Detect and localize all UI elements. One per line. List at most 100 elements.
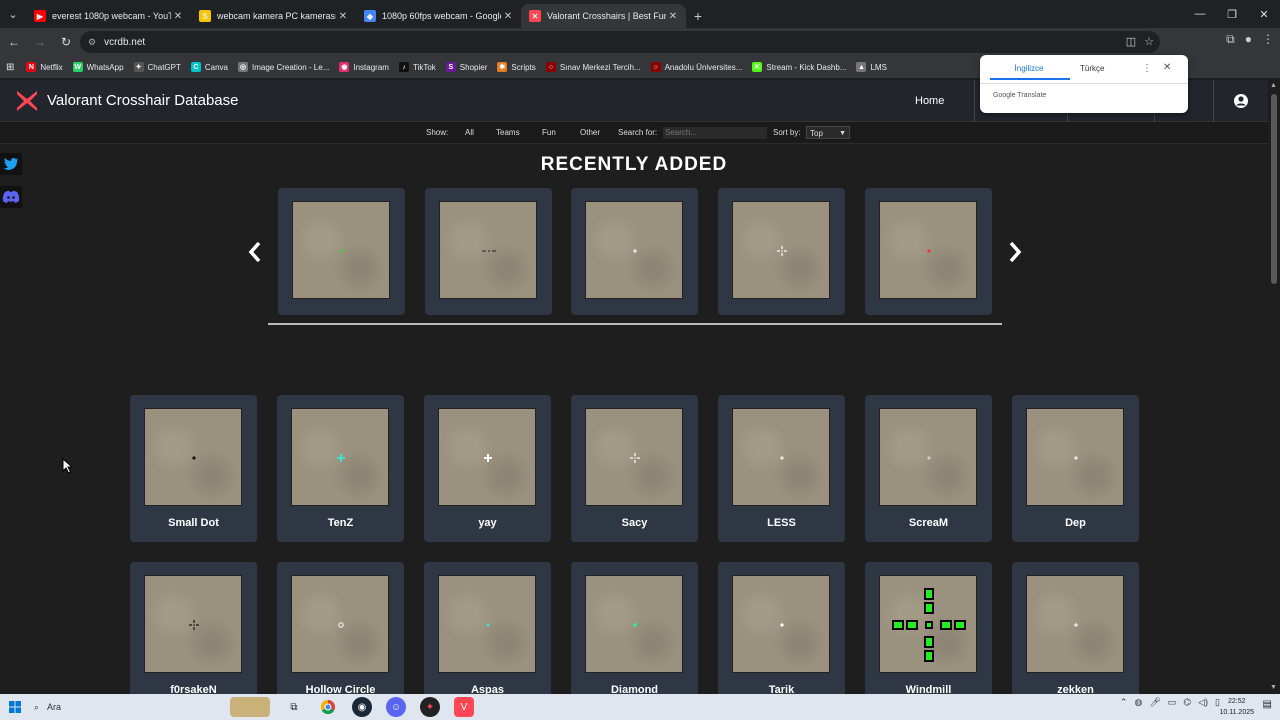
tray-display-icon[interactable]: ▭ [1168, 697, 1177, 708]
restore-icon[interactable]: ❐ [1216, 0, 1248, 28]
bookmark-item[interactable]: ✱ Scripts [497, 62, 536, 72]
bookmark-item[interactable]: ◉ Instagram [339, 62, 389, 72]
site-info-icon[interactable]: ⚙ [88, 37, 96, 48]
discord-icon[interactable] [0, 186, 22, 208]
recent-crosshair-card[interactable] [571, 188, 698, 315]
translate-icon[interactable]: ◫ [1126, 35, 1136, 48]
bookmark-star-icon[interactable]: ☆ [1144, 35, 1154, 48]
tray-app-icon[interactable]: ◍ [1134, 697, 1142, 708]
carousel-prev-icon[interactable] [245, 237, 265, 267]
bookmark-favicon-icon: ♪ [398, 62, 409, 72]
notification-icon[interactable]: ▤ [1263, 699, 1272, 710]
tab-close-icon[interactable]: ✕ [666, 11, 680, 22]
valorant-taskbar-icon[interactable]: V [454, 697, 474, 717]
taskbar-search[interactable]: ⌕ Ara [34, 702, 224, 713]
bookmark-item[interactable]: ○ Anadolu Üniversites... [650, 62, 742, 72]
crosshair-card[interactable]: Sacy [571, 395, 698, 542]
windows-start-icon[interactable] [0, 701, 30, 713]
scroll-thumb[interactable] [1271, 94, 1277, 284]
riot-client-icon[interactable]: ✦ [420, 697, 440, 717]
filter-other-link[interactable]: Other [580, 128, 600, 137]
nav-home-link[interactable]: Home [915, 80, 944, 122]
crosshair-card[interactable]: LESS [718, 395, 845, 542]
crosshair-card[interactable]: Diamond [571, 562, 698, 709]
bookmark-item[interactable]: ▲ LMS [856, 62, 887, 72]
bookmark-item[interactable]: ◎ Image Creation - Le... [238, 62, 329, 72]
crosshair-card[interactable]: Tarik [718, 562, 845, 709]
search-highlight-image-icon[interactable] [230, 697, 270, 717]
translate-tab-turkish[interactable]: Türkçe [1080, 64, 1104, 73]
translate-more-icon[interactable]: ⋮ [1142, 63, 1152, 74]
recent-crosshair-card[interactable] [278, 188, 405, 315]
chrome-icon[interactable] [318, 697, 338, 717]
tray-chevron-up-icon[interactable]: ⌃ [1120, 697, 1128, 708]
crosshair-card[interactable]: Dep [1012, 395, 1139, 542]
crosshair-card[interactable]: TenZ [277, 395, 404, 542]
url-input[interactable]: ⚙ vcrdb.net ◫ ☆ [80, 31, 1160, 53]
search-input[interactable]: Search... [663, 127, 767, 139]
crosshair-card[interactable]: f0rsakeN [130, 562, 257, 709]
browser-tab[interactable]: ✕Valorant Crosshairs | Best Fun a...✕ [521, 4, 686, 28]
filter-fun-link[interactable]: Fun [542, 128, 556, 137]
bookmark-item[interactable]: ✦ ChatGPT [133, 62, 181, 72]
recent-crosshair-card[interactable] [718, 188, 845, 315]
site-title[interactable]: Valorant Crosshair Database [47, 92, 238, 109]
browser-tab[interactable]: Swebcam kamera PC kamerası s...✕ [191, 4, 356, 28]
browser-tab[interactable]: ▶ everest 1080p webcam - YouTube✕ [26, 4, 191, 28]
scroll-up-icon[interactable]: ▲ [1270, 82, 1277, 89]
discord-taskbar-icon[interactable]: ☺ [386, 697, 406, 717]
forward-icon[interactable]: → [28, 30, 52, 54]
browser-menu-icon[interactable]: ⋮ [1262, 32, 1274, 47]
scroll-down-icon[interactable]: ▼ [1270, 684, 1277, 691]
filter-teams-link[interactable]: Teams [496, 128, 520, 137]
bookmark-favicon-icon: ○ [545, 62, 556, 72]
crosshair-name: LESS [767, 517, 796, 529]
page-scrollbar[interactable]: ▲ ▼ [1268, 80, 1280, 694]
bookmark-favicon-icon: ✦ [133, 62, 144, 72]
translate-close-icon[interactable]: ✕ [1163, 62, 1171, 73]
crosshair-card[interactable]: Small Dot [130, 395, 257, 542]
apps-grid-icon[interactable]: ⊞ [6, 62, 14, 73]
crosshair-card[interactable]: zekken [1012, 562, 1139, 709]
tab-close-icon[interactable]: ✕ [171, 11, 185, 22]
bookmark-item[interactable]: S Shopier [445, 62, 487, 72]
tab-search-chevron-icon[interactable]: ⌄ [0, 1, 26, 27]
taskbar-clock[interactable]: 22:52 10.11.2025 [1219, 696, 1254, 718]
volume-icon[interactable]: ◁) [1198, 697, 1208, 708]
user-account-icon[interactable] [1232, 92, 1250, 110]
bookmark-item[interactable]: C Canva [190, 62, 228, 72]
new-tab-button[interactable]: + [686, 4, 710, 28]
recent-crosshair-card[interactable] [865, 188, 992, 315]
bookmark-item[interactable]: W WhatsApp [72, 62, 124, 72]
tab-title: everest 1080p webcam - YouTube [52, 11, 171, 21]
recent-crosshair-card[interactable] [425, 188, 552, 315]
crosshair-card[interactable]: Windmill [865, 562, 992, 709]
bookmark-item[interactable]: ○ Sınav Merkezi Tercih... [545, 62, 641, 72]
tab-close-icon[interactable]: ✕ [336, 11, 350, 22]
minimize-icon[interactable]: — [1184, 0, 1216, 28]
steam-icon[interactable]: ◉ [352, 697, 372, 717]
bookmark-item[interactable]: ♪ TikTok [398, 62, 436, 72]
microphone-icon[interactable]: 🎤︎ [1149, 697, 1160, 708]
bookmark-item[interactable]: N Netflix [26, 62, 63, 72]
filter-all-link[interactable]: All [465, 128, 474, 137]
tab-close-icon[interactable]: ✕ [501, 11, 515, 22]
crosshair-card[interactable]: ScreaM [865, 395, 992, 542]
bookmark-label: Canva [204, 62, 228, 72]
carousel-next-icon[interactable] [1005, 237, 1025, 267]
reload-icon[interactable]: ↻ [54, 30, 78, 54]
crosshair-card[interactable]: Aspas [424, 562, 551, 709]
extensions-icon[interactable]: ⧉ [1226, 32, 1235, 47]
bookmark-item[interactable]: K Stream - Kick Dashb... [752, 62, 846, 72]
crosshair-card[interactable]: Hollow Circle [277, 562, 404, 709]
translate-tab-english[interactable]: İngilizce [990, 64, 1068, 73]
valorant-logo-icon[interactable] [14, 88, 40, 114]
sort-select[interactable]: Top ▼ [806, 126, 850, 139]
crosshair-card[interactable]: yay [424, 395, 551, 542]
close-window-icon[interactable]: ✕ [1248, 0, 1280, 28]
back-icon[interactable]: ← [2, 30, 26, 54]
network-icon[interactable]: ⌬ [1183, 697, 1191, 708]
browser-tab[interactable]: ◆ 1080p 60fps webcam - Google... ✕ [356, 4, 521, 28]
task-view-icon[interactable]: ⧉ [284, 697, 304, 717]
profile-icon[interactable]: ● [1245, 32, 1252, 47]
